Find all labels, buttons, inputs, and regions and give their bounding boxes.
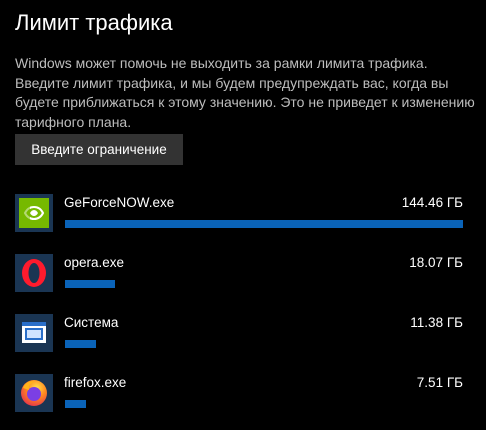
app-usage-row-firefox: firefox.exe 7.51 ГБ [15, 374, 465, 418]
app-usage-value: 7.51 ГБ [416, 375, 463, 390]
app-usage-row-system: Система 11.38 ГБ [15, 314, 465, 358]
app-usage-row-geforcenow: GeForceNOW.exe 144.46 ГБ [15, 194, 465, 238]
usage-bar [65, 340, 463, 348]
app-usage-value: 144.46 ГБ [401, 195, 463, 210]
usage-bar [65, 280, 463, 288]
app-name: opera.exe [64, 255, 125, 270]
usage-bar-fill [65, 220, 463, 228]
app-name: Система [64, 315, 119, 330]
firefox-icon [15, 374, 53, 412]
usage-bar [65, 400, 463, 408]
nvidia-icon [15, 194, 53, 232]
opera-icon [15, 254, 53, 292]
enter-limit-button[interactable]: Введите ограничение [15, 134, 183, 165]
usage-bar-fill [65, 340, 97, 348]
page-title: Лимит трафика [15, 10, 173, 35]
usage-bar [65, 220, 463, 228]
app-usage-value: 11.38 ГБ [410, 315, 463, 330]
usage-bar-fill [65, 400, 86, 408]
app-usage-row-opera: opera.exe 18.07 ГБ [15, 254, 465, 298]
page-description: Windows может помочь не выходить за рамк… [15, 55, 475, 130]
app-name: GeForceNOW.exe [64, 195, 175, 210]
system-icon [15, 314, 53, 352]
app-usage-value: 18.07 ГБ [409, 255, 463, 270]
usage-bar-fill [65, 280, 115, 288]
app-name: firefox.exe [64, 375, 127, 390]
